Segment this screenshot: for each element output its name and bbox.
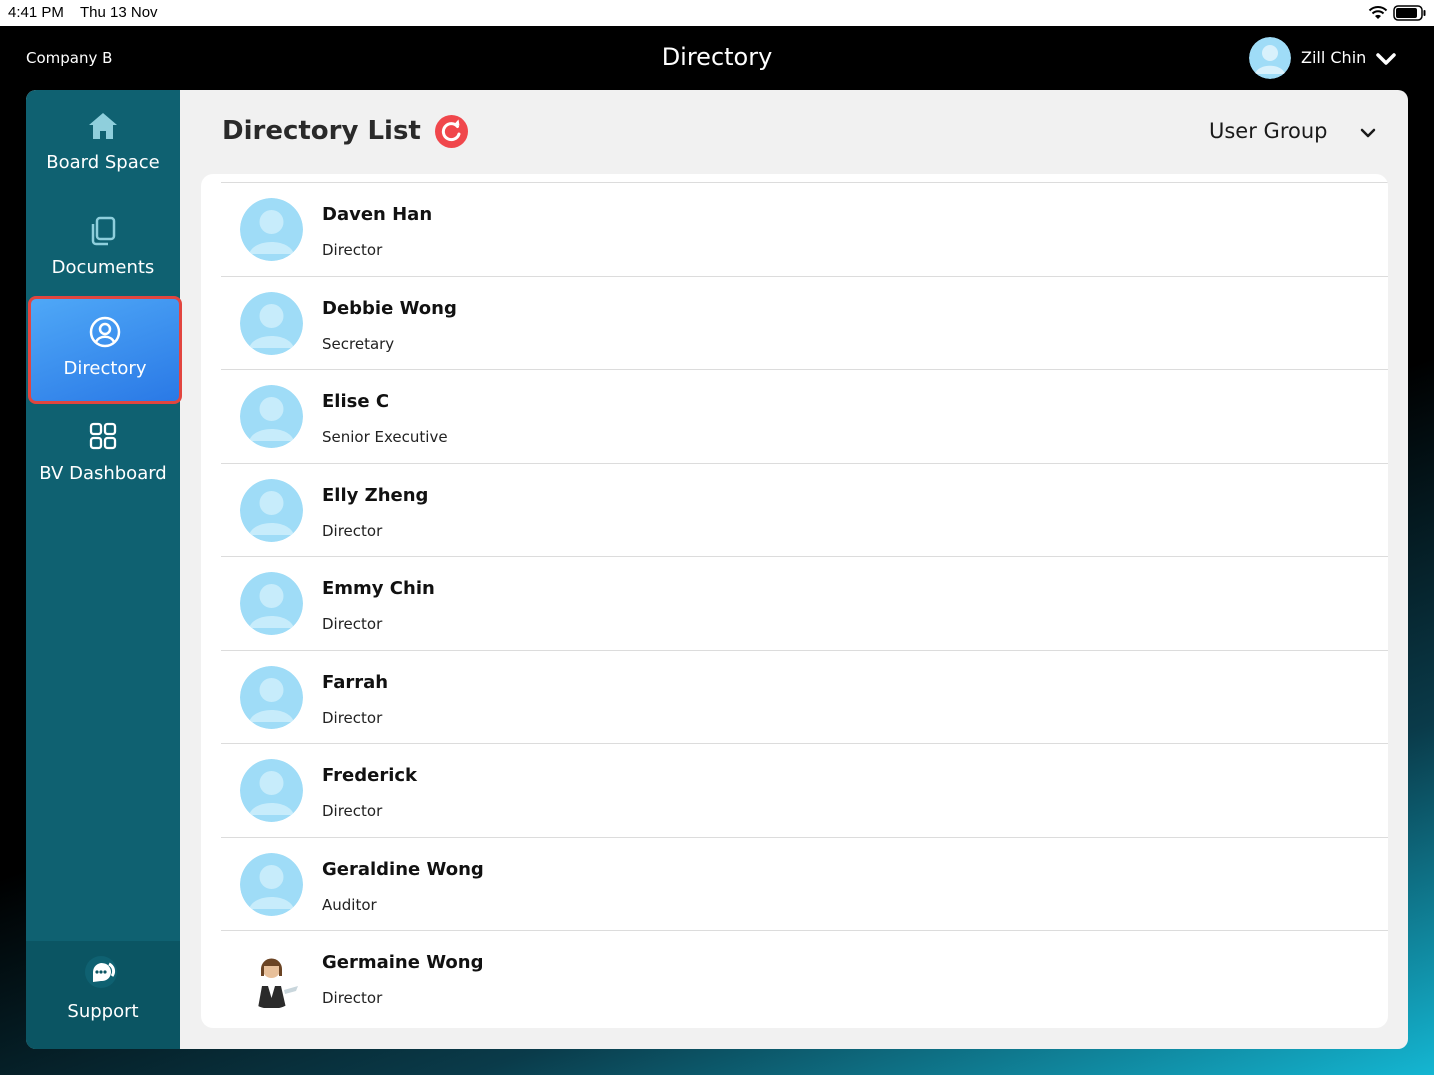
avatar-icon [240,478,303,542]
list-item[interactable]: Farrah Director [221,649,1388,744]
list-item[interactable]: Emmy Chin Director [221,556,1388,650]
list-item[interactable]: Elly Zheng Director [221,462,1388,557]
person-role: Director [322,615,383,633]
chevron-down-icon[interactable] [1375,50,1397,68]
list-item[interactable]: Elise C Senior Executive [221,369,1388,463]
avatar-icon [240,852,303,916]
person-name: Daven Han [322,204,433,225]
grid-icon [89,422,117,450]
avatar [240,385,303,448]
user-name[interactable]: Zill Chin [1301,48,1366,67]
support-button[interactable]: Support [26,941,180,1049]
person-role: Director [322,802,383,820]
user-circle-icon [89,316,121,348]
chevron-down-icon[interactable] [1359,126,1377,140]
list-item[interactable]: Frederick Director [221,743,1388,837]
person-name: Farrah [322,671,389,693]
user-avatar[interactable] [1249,37,1291,79]
directory-list: Daven Han Director Debbie Wong Secretary Eli… [201,174,1388,1028]
main-frame: Board Space Documents Directory BV Dashb… [26,90,1408,1049]
person-name: Elise C [322,391,390,412]
person-role: Director [322,241,383,259]
sidebar: Board Space Documents Directory BV Dashb… [26,90,182,1049]
avatar-icon [240,291,303,355]
avatar [240,852,303,916]
battery-icon [1393,5,1426,21]
wifi-icon [1368,6,1388,19]
documents-icon [91,216,116,246]
person-role: Secretary [322,334,395,353]
avatar [240,572,303,635]
person-name: Frederick [322,765,418,786]
person-role: Director [322,708,383,727]
list-item[interactable]: Germaine Wong Director [221,930,1388,1024]
sidebar-item-label: Directory [63,358,147,379]
status-time: 4:41 PM [8,4,64,21]
sidebar-item-board-space[interactable]: Board Space [26,108,180,173]
user-group-filter[interactable]: User Group [1209,119,1327,143]
status-bar: 4:41 PM Thu 13 Nov [0,0,1434,26]
directory-list-title: Directory List [222,116,421,146]
person-name: Emmy Chin [322,578,435,599]
person-name: Elly Zheng [322,484,429,506]
avatar [240,478,303,542]
home-icon [89,113,117,139]
avatar-icon [240,759,303,822]
support-label: Support [67,1001,139,1022]
refresh-icon[interactable] [435,115,468,148]
sidebar-item-label: BV Dashboard [39,463,167,484]
sidebar-item-label: Documents [51,257,155,278]
list-item[interactable]: Geraldine Wong Auditor [221,836,1388,931]
status-date: Thu 13 Nov [80,4,158,21]
person-role: Director [322,521,383,540]
person-role: Director [322,989,383,1007]
sidebar-item-documents[interactable]: Documents [26,213,180,278]
sidebar-item-directory[interactable]: Directory [28,296,182,404]
avatar-icon [240,198,303,261]
person-name: Geraldine Wong [322,858,484,880]
avatar-icon [1249,37,1291,79]
avatar [240,198,303,261]
list-item[interactable]: Daven Han Director [221,182,1388,276]
avatar [240,759,303,822]
list-item[interactable]: Debbie Wong Secretary [221,275,1388,370]
avatar [240,291,303,355]
avatar-icon [240,665,303,729]
avatar-icon [240,572,303,635]
sidebar-item-label: Board Space [46,152,160,173]
page-title: Directory [661,43,773,71]
avatar-photo [240,946,303,1009]
person-name: Germaine Wong [322,952,484,973]
person-role: Senior Executive [322,428,448,446]
chat-bubble-icon [85,956,117,988]
sidebar-item-bv-dashboard[interactable]: BV Dashboard [26,419,180,484]
avatar-icon [240,385,303,448]
avatar [240,946,303,1009]
avatar [240,665,303,729]
person-name: Debbie Wong [322,297,457,319]
person-role: Auditor [322,895,377,914]
